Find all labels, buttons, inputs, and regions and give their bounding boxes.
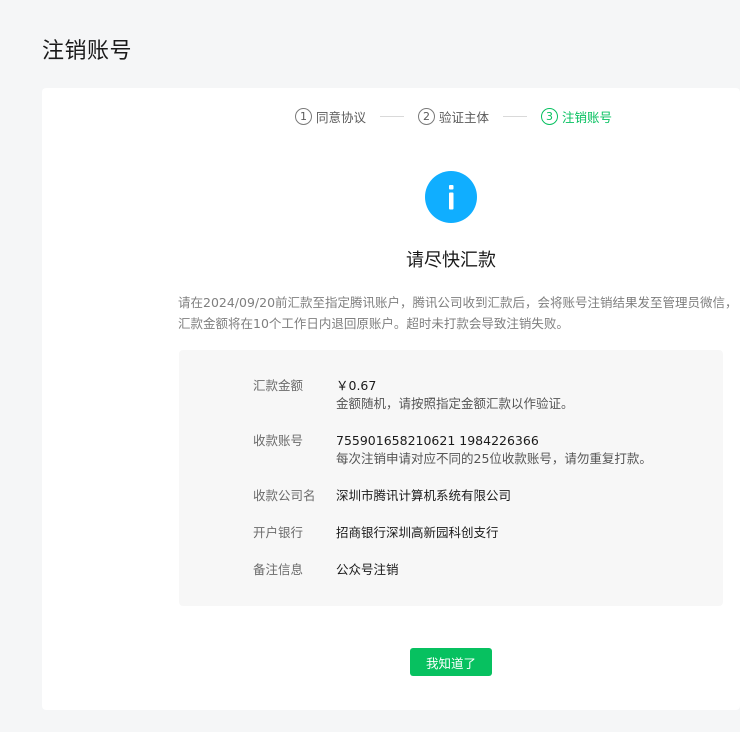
step-number: 2 [418, 107, 436, 125]
account-value: 755901658210621 1984226366 [336, 433, 539, 448]
step-indicator: 1 同意协议 2 验证主体 3 注销账号 [295, 105, 612, 127]
step-divider [503, 115, 528, 117]
account-note: 每次注销申请对应不同的25位收款账号，请勿重复打款。 [336, 451, 652, 466]
detail-label: 收款账号 [253, 433, 304, 448]
page-title: 注销账号 [42, 39, 133, 64]
bank-value: 招商银行深圳高新园科创支行 [336, 525, 499, 540]
step-label: 验证主体 [439, 109, 490, 125]
step-number: 1 [295, 107, 312, 125]
step-agree-protocol: 1 同意协议 [295, 107, 366, 126]
remark-value: 公众号注销 [336, 562, 399, 577]
step-number: 3 [541, 107, 559, 125]
detail-content: 755901658210621 1984226366 每次注销申请对应不同的25… [336, 432, 652, 468]
content-card: 1 同意协议 2 验证主体 3 注销账号 请尽快汇款 请在2024/09/20前… [42, 88, 740, 710]
step-label: 注销账号 [562, 109, 613, 125]
detail-row-remark: 备注信息 公众号注销 [253, 561, 399, 579]
acknowledge-button[interactable]: 我知道了 [410, 648, 492, 676]
detail-label: 开户银行 [253, 525, 304, 540]
info-icon [425, 171, 477, 223]
amount-note: 金额随机，请按照指定金额汇款以作验证。 [336, 396, 574, 411]
status-heading: 请尽快汇款 [406, 250, 496, 271]
detail-row-amount: 汇款金额 ￥0.67 金额随机，请按照指定金额汇款以作验证。 [253, 377, 574, 413]
amount-value: ￥0.67 [336, 378, 377, 393]
remit-description: 请在2024/09/20前汇款至指定腾讯账户，腾讯公司收到汇款后，会将账号注销结… [178, 295, 738, 331]
step-label: 同意协议 [316, 109, 367, 125]
company-value: 深圳市腾讯计算机系统有限公司 [336, 488, 512, 503]
detail-row-bank: 开户银行 招商银行深圳高新园科创支行 [253, 524, 499, 542]
detail-label: 汇款金额 [253, 378, 304, 393]
step-cancel-account: 3 注销账号 [541, 107, 612, 126]
detail-content: ￥0.67 金额随机，请按照指定金额汇款以作验证。 [336, 377, 574, 413]
detail-row-account: 收款账号 755901658210621 1984226366 每次注销申请对应… [253, 432, 652, 468]
step-divider [380, 115, 405, 117]
step-verify-entity: 2 验证主体 [418, 107, 489, 126]
detail-label: 收款公司名 [253, 488, 316, 503]
remittance-details: 汇款金额 ￥0.67 金额随机，请按照指定金额汇款以作验证。 收款账号 7559… [179, 350, 723, 606]
detail-label: 备注信息 [253, 562, 304, 577]
detail-row-company: 收款公司名 深圳市腾讯计算机系统有限公司 [253, 487, 511, 505]
